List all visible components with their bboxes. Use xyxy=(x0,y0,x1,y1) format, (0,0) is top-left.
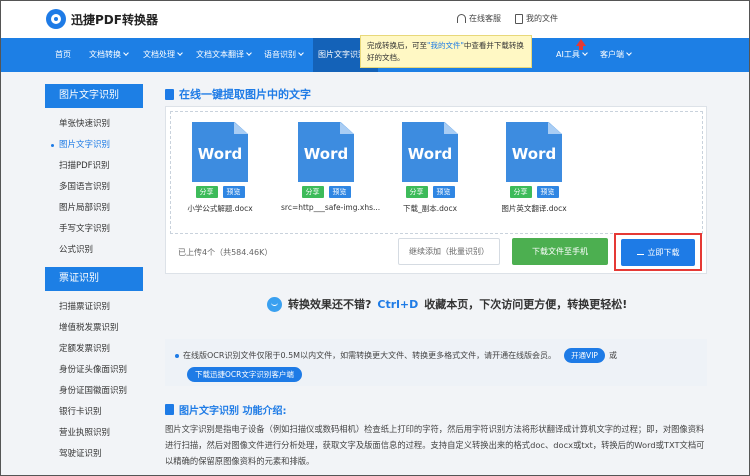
sidebar-item-id-front[interactable]: 身份证头像面识别 xyxy=(45,360,143,381)
file-card[interactable]: Word 分享 预览 下载_副本.docx xyxy=(385,122,475,214)
word-file-icon: Word xyxy=(506,122,562,182)
sidebar-item-fixed-invoice[interactable]: 定额发票识别 xyxy=(45,339,143,360)
download-icon xyxy=(636,248,644,255)
sidebar-item-scan-pdf[interactable]: 扫描PDF识别 xyxy=(45,156,143,177)
nav-doc-convert[interactable]: 文档转换 xyxy=(84,38,133,72)
share-button[interactable]: 分享 xyxy=(509,186,532,198)
file-card[interactable]: Word 分享 预览 src=http___safe-img.xhs... xyxy=(281,122,381,212)
membership-notice: 在线版OCR识别文件仅限于0.5M以内文件，如需转换更大文件、转换更多格式文件，… xyxy=(165,339,707,386)
upload-summary: 已上传4个（共584.46K） xyxy=(178,248,273,257)
chevron-down-icon xyxy=(123,50,129,56)
document-icon xyxy=(515,13,523,24)
download-to-phone-button[interactable]: 下载文件至手机 xyxy=(512,238,608,265)
chevron-down-icon xyxy=(626,50,632,56)
intro-title: 图片文字识别 功能介绍: xyxy=(165,402,286,417)
section-title: 在线一键提取图片中的文字 xyxy=(165,86,311,102)
word-file-icon: Word xyxy=(402,122,458,182)
or-text: 或 xyxy=(608,351,617,360)
share-button[interactable]: 分享 xyxy=(195,186,218,198)
headset-icon xyxy=(457,14,466,23)
logo[interactable]: 迅捷PDF转换器 xyxy=(46,9,158,29)
smile-icon xyxy=(267,296,282,312)
share-button[interactable]: 分享 xyxy=(301,186,324,198)
sidebar-group-ocr-title: 图片文字识别 xyxy=(45,84,143,108)
continue-add-button[interactable]: 继续添加（批量识别） xyxy=(398,238,500,265)
logo-text: 迅捷PDF转换器 xyxy=(71,12,158,27)
word-file-icon: Word xyxy=(298,122,354,182)
chevron-down-icon xyxy=(246,50,252,56)
preview-button[interactable]: 预览 xyxy=(536,186,559,198)
download-now-button[interactable]: 立即下载 xyxy=(621,239,695,266)
online-service-link[interactable]: 在线客服 xyxy=(457,13,501,24)
sidebar-item-id-back[interactable]: 身份证国徽面识别 xyxy=(45,381,143,402)
intro-text: 图片文字识别是指电子设备（例如扫描仪或数码相机）检查纸上打印的字符，然后用字符识… xyxy=(165,424,705,466)
sidebar-item-driver-license[interactable]: 驾驶证识别 xyxy=(45,444,143,465)
file-name: 下载_副本.docx xyxy=(402,204,458,213)
red-arrow-tail xyxy=(579,45,583,50)
sidebar-item-scan-ticket[interactable]: 扫描票证识别 xyxy=(45,297,143,318)
sidebar-group-ticket-title: 票证识别 xyxy=(45,267,143,291)
sidebar-item-image-ocr[interactable]: 图片文字识别 xyxy=(45,135,143,156)
nav-client[interactable]: 客户端 xyxy=(595,38,636,72)
chevron-down-icon xyxy=(177,50,183,56)
result-panel: Word 分享 预览 小学公式解题.docx Word 分享 预览 src=ht… xyxy=(165,106,707,274)
document-icon xyxy=(165,88,174,100)
sidebar-item-business-license[interactable]: 营业执照识别 xyxy=(45,423,143,444)
bullet-icon xyxy=(175,353,179,358)
logo-icon xyxy=(46,9,66,29)
sidebar-item-partial[interactable]: 图片局部识别 xyxy=(45,198,143,219)
nav-home[interactable]: 首页 xyxy=(50,38,76,72)
my-files-tooltip: 完成转换后，可至"我的文件"中查看并下载转换好的文档。 xyxy=(360,35,532,68)
nav-translate[interactable]: 文档文本翻译 xyxy=(191,38,256,72)
my-files-link[interactable]: 我的文件 xyxy=(515,13,558,24)
document-icon xyxy=(165,404,174,415)
chevron-down-icon xyxy=(298,50,304,56)
word-file-icon: Word xyxy=(192,122,248,182)
sidebar-item-vat-invoice[interactable]: 增值税发票识别 xyxy=(45,318,143,339)
preview-button[interactable]: 预览 xyxy=(222,186,245,198)
download-highlight-box: 立即下载 xyxy=(614,233,702,271)
nav-doc-process[interactable]: 文档处理 xyxy=(138,38,187,72)
open-vip-button[interactable]: 开通VIP xyxy=(564,348,605,363)
sidebar-item-formula[interactable]: 公式识别 xyxy=(45,240,143,261)
file-name: 小学公式解题.docx xyxy=(187,204,253,213)
nav-speech[interactable]: 语音识别 xyxy=(259,38,308,72)
download-client-button[interactable]: 下载迅捷OCR文字识别客户端 xyxy=(187,367,302,382)
chevron-down-icon xyxy=(582,50,588,56)
sidebar-item-bank-card[interactable]: 银行卡识别 xyxy=(45,402,143,423)
file-drop-area[interactable]: Word 分享 预览 小学公式解题.docx Word 分享 预览 src=ht… xyxy=(170,111,703,234)
preview-button[interactable]: 预览 xyxy=(432,186,455,198)
sidebar-item-handwriting[interactable]: 手写文字识别 xyxy=(45,219,143,240)
online-service-label: 在线客服 xyxy=(469,14,501,23)
bookmark-promo: 转换效果还不错? Ctrl+D 收藏本页，下次访问更方便，转换更轻松! xyxy=(267,296,627,312)
my-files-label: 我的文件 xyxy=(526,14,558,23)
notice-text: 在线版OCR识别文件仅限于0.5M以内文件，如需转换更大文件、转换更多格式文件，… xyxy=(183,351,557,360)
file-name: 图片英文翻译.docx xyxy=(501,204,567,213)
sidebar-item-quick-ocr[interactable]: 单张快速识别 xyxy=(45,114,143,135)
file-card[interactable]: Word 分享 预览 小学公式解题.docx xyxy=(175,122,265,214)
top-header: 迅捷PDF转换器 在线客服 我的文件 xyxy=(0,0,750,38)
sidebar: 图片文字识别 单张快速识别 图片文字识别 扫描PDF识别 多国语言识别 图片局部… xyxy=(45,84,143,465)
file-name: src=http___safe-img.xhs... xyxy=(281,203,381,212)
sidebar-item-multilang[interactable]: 多国语言识别 xyxy=(45,177,143,198)
preview-button[interactable]: 预览 xyxy=(328,186,351,198)
file-card[interactable]: Word 分享 预览 图片英文翻译.docx xyxy=(489,122,579,214)
share-button[interactable]: 分享 xyxy=(405,186,428,198)
